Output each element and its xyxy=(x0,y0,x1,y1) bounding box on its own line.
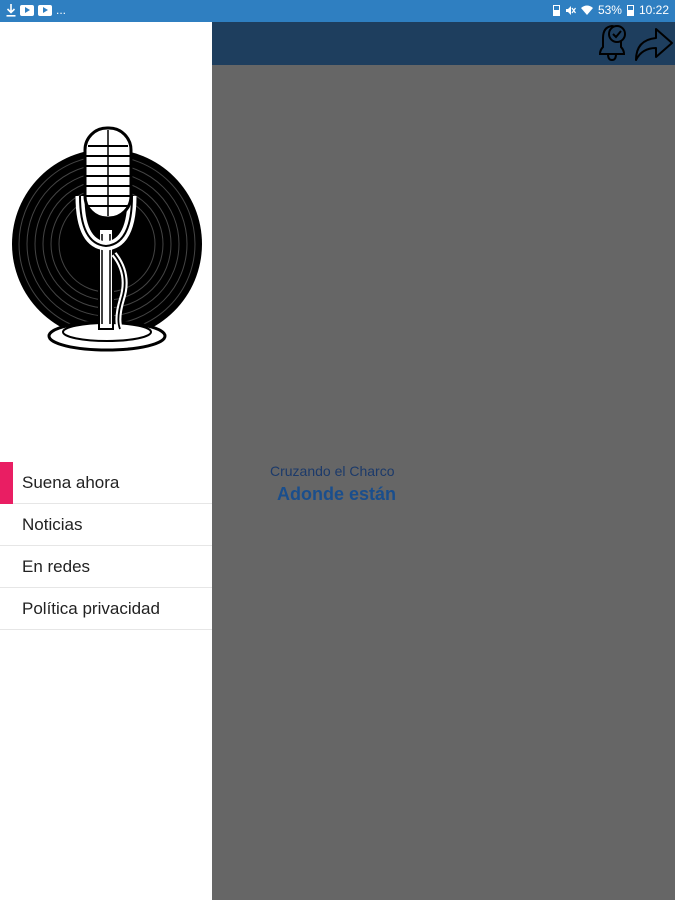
youtube-icon xyxy=(38,4,52,16)
microphone-logo-icon xyxy=(12,126,202,352)
menu-item-suena-ahora[interactable]: Suena ahora xyxy=(0,462,212,504)
youtube-icon xyxy=(20,4,34,16)
menu-item-en-redes[interactable]: En redes xyxy=(0,546,212,588)
status-bar: ... 53% 10:22 xyxy=(0,0,675,22)
alarm-bell-check-icon[interactable] xyxy=(592,22,632,64)
download-icon xyxy=(6,3,16,17)
navigation-drawer: Suena ahora Noticias En redes Política p… xyxy=(0,22,212,900)
main-content: Cruzando el Charco Adonde están xyxy=(212,65,675,900)
status-time: 10:22 xyxy=(638,3,669,17)
menu-item-politica-privacidad[interactable]: Política privacidad xyxy=(0,588,212,630)
now-playing-title: Adonde están xyxy=(277,484,397,504)
battery-saver-icon xyxy=(552,4,560,16)
mute-icon xyxy=(565,5,576,15)
share-arrow-icon[interactable] xyxy=(632,22,675,64)
battery-icon xyxy=(626,4,634,16)
menu-item-noticias[interactable]: Noticias xyxy=(0,504,212,546)
menu-item-label: Política privacidad xyxy=(22,599,160,618)
status-left: ... xyxy=(6,3,66,17)
now-playing-show: Cruzando el Charco xyxy=(270,463,395,479)
menu-item-label: Suena ahora xyxy=(22,473,120,492)
app-bar xyxy=(212,22,675,65)
menu-item-label: Noticias xyxy=(22,515,83,534)
battery-percent: 53% xyxy=(597,3,622,17)
wifi-icon xyxy=(580,5,593,15)
notification-overflow: ... xyxy=(56,3,67,17)
menu-item-label: En redes xyxy=(22,557,91,576)
drawer-menu: Suena ahora Noticias En redes Política p… xyxy=(0,462,212,630)
status-right: 53% 10:22 xyxy=(552,3,669,17)
